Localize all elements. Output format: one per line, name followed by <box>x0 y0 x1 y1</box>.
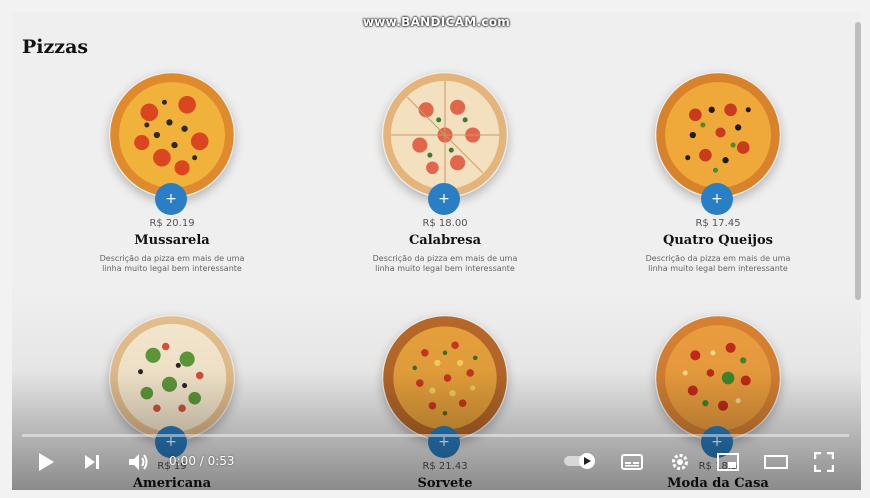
fullscreen-icon <box>814 452 834 472</box>
mute-button[interactable] <box>124 448 154 476</box>
theater-mode-button[interactable] <box>762 448 790 476</box>
pizza-description: Descrição da pizza em mais de uma linha … <box>645 254 791 273</box>
next-icon <box>85 455 99 469</box>
pizza-image <box>656 316 780 440</box>
progress-bar[interactable] <box>22 434 849 437</box>
play-button[interactable] <box>32 448 60 476</box>
subtitles-icon <box>621 454 643 470</box>
pizza-image <box>110 73 234 197</box>
subtitles-button[interactable] <box>618 448 646 476</box>
pizza-image <box>110 316 234 440</box>
play-icon <box>39 453 54 471</box>
pizza-description: Descrição da pizza em mais de uma linha … <box>99 254 245 273</box>
pizza-image <box>656 73 780 197</box>
settings-button[interactable] <box>666 448 694 476</box>
pizza-price: R$ 20.19 <box>149 218 195 229</box>
settings-icon <box>672 454 688 470</box>
video-player-controls: 0:00 / 0:53 <box>12 434 861 490</box>
page-scrollbar[interactable] <box>855 22 861 300</box>
pizza-name: Quatro Queijos <box>663 233 773 248</box>
add-to-cart-button[interactable]: + <box>155 183 187 215</box>
time-display: 0:00 / 0:53 <box>169 454 235 468</box>
page-title: Pizzas <box>22 36 89 58</box>
pizza-name: Mussarela <box>134 233 210 248</box>
volume-icon <box>129 454 148 470</box>
add-to-cart-button[interactable]: + <box>428 183 460 215</box>
pizza-image <box>383 73 507 197</box>
pizza-price: R$ 17.45 <box>695 218 741 229</box>
fullscreen-button[interactable] <box>810 448 838 476</box>
watermark: www.BANDICAM.com <box>362 15 511 29</box>
autoplay-toggle[interactable] <box>563 452 599 470</box>
add-to-cart-button[interactable]: + <box>701 183 733 215</box>
next-button[interactable] <box>78 448 106 476</box>
pizza-price: R$ 18.00 <box>422 218 468 229</box>
miniplayer-icon <box>717 453 739 471</box>
theater-icon <box>764 455 788 469</box>
pizza-name: Calabresa <box>408 233 482 248</box>
miniplayer-button[interactable] <box>714 448 742 476</box>
pizza-image <box>383 316 507 440</box>
pizza-description: Descrição da pizza em mais de uma linha … <box>372 254 518 273</box>
video-frame[interactable]: www.BANDICAM.com Pizzas + R$ 20.19 Mussa… <box>12 12 861 490</box>
